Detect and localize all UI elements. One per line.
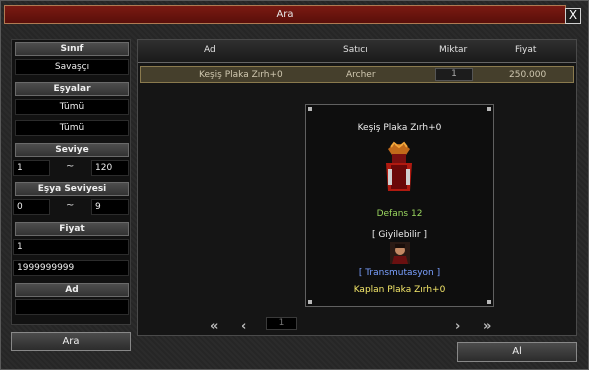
- price-min-input[interactable]: 1: [13, 239, 129, 255]
- column-name[interactable]: Ad: [204, 45, 216, 55]
- tooltip-item-name: Keşiş Plaka Zırh+0: [357, 123, 442, 133]
- item-tooltip: Keşiş Plaka Zırh+0 Defans 12 [ Giyilebil…: [305, 104, 494, 307]
- level-max-input[interactable]: 120: [91, 160, 129, 176]
- row-price: 250.000: [509, 70, 547, 80]
- next-page-button[interactable]: ›: [455, 319, 460, 334]
- search-button[interactable]: Ara: [11, 332, 131, 351]
- item-level-max-input[interactable]: 9: [91, 199, 129, 215]
- row-quantity: 1: [435, 68, 473, 81]
- level-range-separator: ~: [66, 161, 75, 172]
- armor-icon: [386, 141, 412, 191]
- row-seller: Archer: [346, 70, 376, 80]
- results-header: Ad Satıcı Miktar Fiyat: [138, 40, 576, 63]
- tooltip-transmutation: [ Transmutasyon ]: [358, 268, 441, 278]
- tooltip-defense: Defans 12: [376, 209, 423, 219]
- item-level-header: Eşya Seviyesi: [15, 182, 129, 196]
- search-window: Ara X Sınıf Savaşçı Eşyalar Tümü Tümü Se…: [0, 0, 589, 370]
- class-select[interactable]: Savaşçı: [15, 59, 129, 75]
- column-seller[interactable]: Satıcı: [343, 45, 368, 55]
- item-type-select-1[interactable]: Tümü: [15, 99, 129, 115]
- warrior-portrait-icon: [390, 242, 410, 264]
- window-title: Ara: [276, 9, 294, 20]
- items-header: Eşyalar: [15, 82, 129, 96]
- level-header: Seviye: [15, 143, 129, 157]
- page-number: 1: [266, 317, 297, 330]
- item-level-min-input[interactable]: 0: [13, 199, 50, 215]
- title-bar[interactable]: Ara: [4, 5, 566, 24]
- table-row[interactable]: Keşiş Plaka Zırh+0 Archer 1 250.000: [140, 66, 574, 83]
- name-input[interactable]: [15, 299, 129, 315]
- first-page-button[interactable]: «: [210, 319, 218, 334]
- row-item-name: Keşiş Plaka Zırh+0: [199, 70, 283, 80]
- last-page-button[interactable]: »: [483, 319, 491, 334]
- filter-panel: Sınıf Savaşçı Eşyalar Tümü Tümü Seviye 1…: [11, 39, 131, 325]
- buy-button[interactable]: Al: [457, 342, 577, 362]
- price-header: Fiyat: [15, 222, 129, 236]
- close-icon: X: [568, 8, 578, 22]
- item-type-select-2[interactable]: Tümü: [15, 120, 129, 136]
- item-level-range-separator: ~: [66, 200, 75, 211]
- name-header: Ad: [15, 283, 129, 297]
- prev-page-button[interactable]: ‹: [241, 319, 246, 334]
- column-quantity[interactable]: Miktar: [439, 45, 467, 55]
- level-min-input[interactable]: 1: [13, 160, 50, 176]
- tooltip-wearable: [ Giyilebilir ]: [372, 230, 427, 240]
- column-price[interactable]: Fiyat: [515, 45, 536, 55]
- price-max-input[interactable]: 1999999999: [13, 260, 129, 276]
- tooltip-transmuted-name: Kaplan Plaka Zırh+0: [353, 285, 446, 295]
- class-header: Sınıf: [15, 42, 129, 56]
- close-button[interactable]: X: [565, 8, 581, 24]
